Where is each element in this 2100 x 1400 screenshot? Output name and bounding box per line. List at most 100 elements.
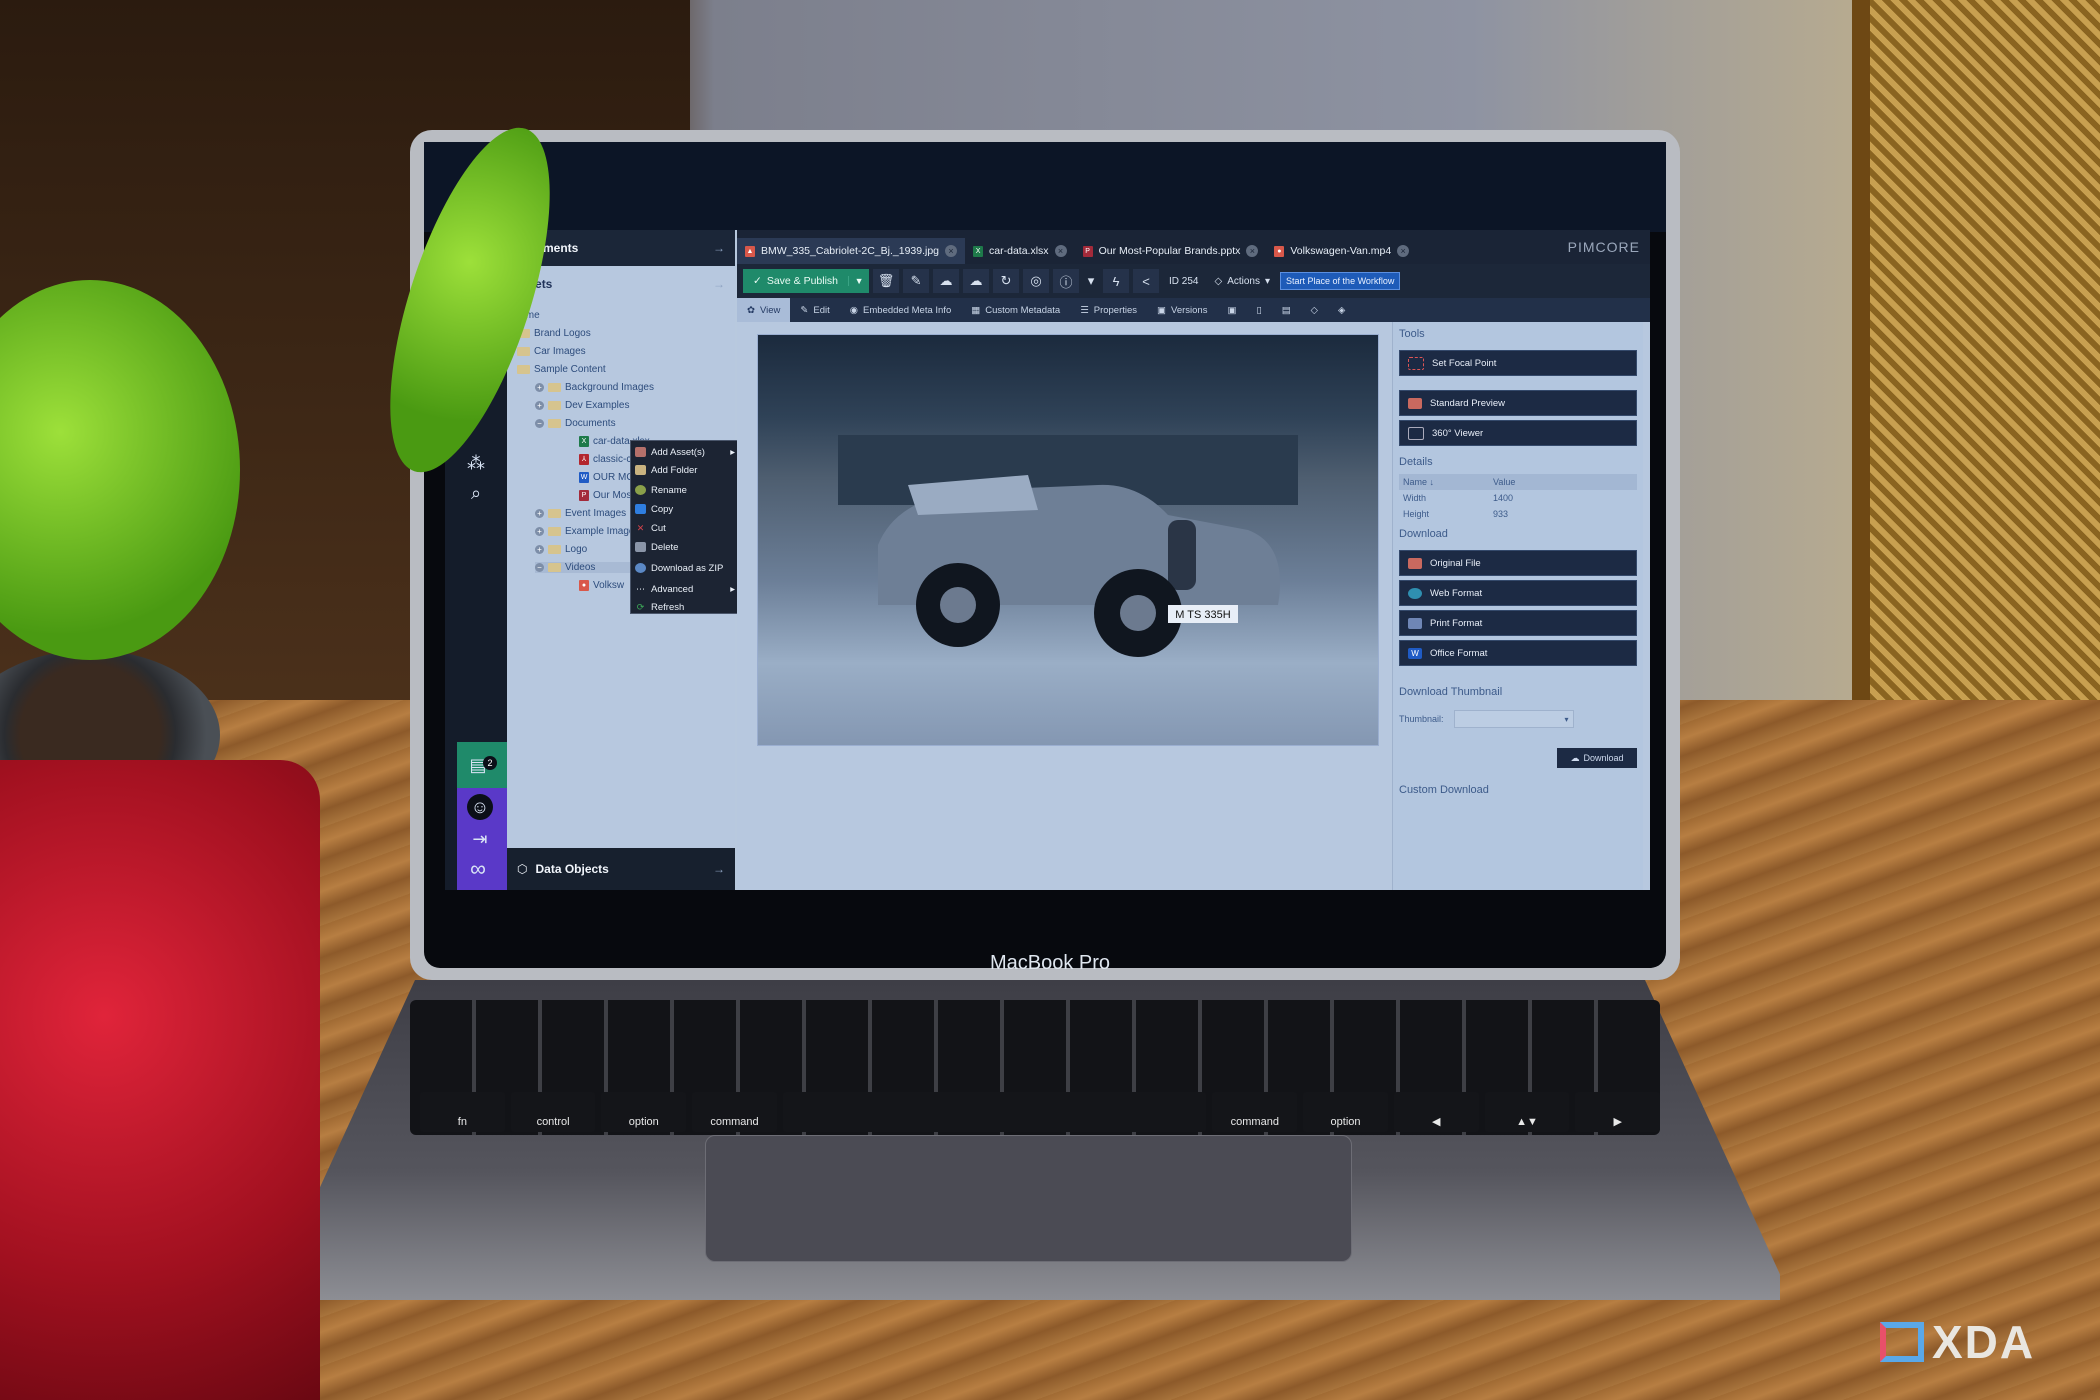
download-office-button[interactable]: W Office Format: [1399, 640, 1637, 666]
bookmark-icon[interactable]: ▯: [1246, 298, 1271, 322]
logout-icon[interactable]: ⇥: [467, 826, 493, 852]
workflow-status-badge[interactable]: Start Place of the Workflow: [1280, 272, 1401, 290]
set-focal-point-button[interactable]: Set Focal Point: [1399, 350, 1637, 376]
key-arrow-left[interactable]: ◀: [1393, 1092, 1479, 1132]
tree-item[interactable]: + Event Images: [535, 508, 626, 519]
download-thumbnail-button[interactable]: ☁ Download: [1557, 748, 1637, 768]
cloud-upload-icon[interactable]: ☁: [933, 269, 960, 293]
menu-rename[interactable]: Rename: [635, 481, 735, 499]
delete-icon: [635, 542, 646, 552]
tab-car-data[interactable]: Xcar-data.xlsx ×: [965, 238, 1075, 264]
tree-item[interactable]: Sample Content: [517, 364, 606, 375]
save-dropdown-icon[interactable]: ▼: [848, 276, 869, 286]
trackpad[interactable]: [705, 1135, 1352, 1262]
reload-icon[interactable]: ↻: [993, 269, 1020, 293]
delete-icon[interactable]: 🗑: [873, 269, 900, 293]
locate-icon[interactable]: ◎: [1023, 269, 1050, 293]
word-icon: W: [579, 472, 589, 483]
expand-icon[interactable]: +: [535, 401, 544, 410]
license-plate-text: M TS 335H: [1175, 609, 1230, 621]
subtab-edit[interactable]: ✎ Edit: [790, 298, 839, 322]
expand-icon[interactable]: +: [535, 383, 544, 392]
menu-copy[interactable]: Copy: [635, 500, 735, 518]
tab-brands-pptx[interactable]: P Our Most-Popular Brands.pptx ×: [1075, 238, 1267, 264]
close-tab-icon[interactable]: ×: [945, 245, 958, 257]
network-icon[interactable]: ⁂: [463, 450, 489, 476]
column-name[interactable]: Name ↓: [1403, 477, 1493, 487]
schedule-icon[interactable]: ▣: [1217, 298, 1246, 322]
pimcore-logo-icon[interactable]: ∞: [465, 856, 491, 882]
arrow-right-icon: →: [713, 241, 725, 255]
tree-item[interactable]: + Dev Examples: [535, 400, 629, 411]
close-tab-icon[interactable]: ×: [1054, 245, 1067, 257]
actions-menu[interactable]: ◇ Actions ▾: [1209, 276, 1277, 287]
close-tab-icon[interactable]: ×: [1246, 245, 1259, 257]
subtab-properties[interactable]: ☰ Properties: [1070, 298, 1147, 322]
save-publish-button[interactable]: ✓ Save & Publish ▼: [743, 269, 870, 293]
info-dropdown-icon[interactable]: ▾: [1083, 269, 1099, 293]
workflow-diamond-icon: ◇: [1214, 275, 1223, 287]
cloud-download-icon[interactable]: ☁: [963, 269, 990, 293]
menu-cut[interactable]: ✕ Cut: [635, 519, 735, 537]
info-icon[interactable]: ⓘ: [1053, 269, 1080, 293]
thumbnail-select[interactable]: ▾: [1453, 710, 1574, 728]
user-icon[interactable]: ☺: [467, 794, 493, 820]
expand-icon[interactable]: +: [535, 509, 544, 518]
add-folder-icon: [635, 465, 646, 475]
data-objects-accordion[interactable]: ⬡ Data Objects →: [507, 848, 735, 890]
menu-refresh[interactable]: ⟳ Refresh: [635, 598, 735, 616]
download-web-button[interactable]: Web Format: [1399, 580, 1637, 606]
subtab-versions[interactable]: ▣ Versions: [1147, 298, 1217, 322]
clipboard-icon[interactable]: ▤: [1272, 298, 1301, 322]
xda-logo-icon: [1880, 1322, 1924, 1362]
expand-icon[interactable]: +: [535, 527, 544, 536]
subtab-view[interactable]: ✿ View: [737, 298, 791, 322]
tree-item[interactable]: + Example Images: [535, 526, 639, 537]
edit-pencil-icon[interactable]: ✎: [903, 269, 930, 293]
context-menu: Add Asset(s) ▸ Add Folder Rename Copy ✕ Cu…: [630, 440, 740, 614]
tree-item[interactable]: − Documents: [535, 418, 616, 429]
subtab-embedded-meta[interactable]: ◉ Embedded Meta Info: [840, 298, 962, 322]
tag-icon[interactable]: ◇: [1301, 298, 1328, 322]
tree-item[interactable]: Brand Logos: [517, 328, 591, 339]
key-option-right[interactable]: option: [1303, 1092, 1388, 1132]
column-value[interactable]: Value: [1493, 477, 1515, 487]
key-space[interactable]: [782, 1092, 1207, 1132]
key-fn[interactable]: fn: [420, 1092, 505, 1132]
key-command-right[interactable]: command: [1212, 1092, 1298, 1132]
search-icon[interactable]: ⌕: [463, 480, 489, 506]
key-option[interactable]: option: [601, 1092, 687, 1132]
key-arrow-up-down[interactable]: ▲▼: [1484, 1092, 1570, 1132]
workflow-icon[interactable]: ◈: [1328, 298, 1355, 322]
tree-item[interactable]: + Background Images: [535, 382, 654, 393]
tree-item[interactable]: ● Volksw: [579, 580, 624, 591]
key-arrow-right[interactable]: ▶: [1575, 1092, 1661, 1132]
menu-advanced[interactable]: ⋯ Advanced ▸: [635, 580, 735, 598]
tree-item[interactable]: + Logo: [535, 544, 587, 555]
standard-preview-button[interactable]: Standard Preview: [1399, 390, 1637, 416]
notifications-button[interactable]: ▤: [457, 742, 507, 788]
menu-add-assets[interactable]: Add Asset(s) ▸: [635, 443, 735, 461]
close-tab-icon[interactable]: ×: [1397, 245, 1410, 257]
menu-download-zip[interactable]: Download as ZIP: [635, 559, 735, 577]
menu-delete[interactable]: Delete: [635, 538, 735, 556]
image-preview[interactable]: M TS 335H: [757, 334, 1379, 746]
tree-item[interactable]: Car Images: [517, 346, 586, 357]
image-icon: ▲: [745, 245, 755, 257]
download-print-button[interactable]: Print Format: [1399, 610, 1637, 636]
tab-vw-video[interactable]: ● Volkswagen-Van.mp4 ×: [1266, 238, 1417, 264]
download-original-button[interactable]: Original File: [1399, 550, 1637, 576]
tab-bmw-image[interactable]: ▲ BMW_335_Cabriolet-2C_Bj._1939.jpg ×: [737, 238, 966, 264]
menu-add-folder[interactable]: Add Folder: [635, 461, 735, 479]
pencil-icon: ✎: [800, 304, 809, 316]
share-icon[interactable]: <: [1133, 269, 1160, 293]
lightning-icon[interactable]: ϟ: [1103, 269, 1130, 293]
subtab-custom-metadata[interactable]: ▦ Custom Metadata: [961, 298, 1070, 322]
collapse-icon[interactable]: −: [535, 563, 544, 572]
assets-accordion[interactable]: Assets →: [507, 266, 735, 302]
collapse-icon[interactable]: −: [535, 419, 544, 428]
expand-icon[interactable]: +: [535, 545, 544, 554]
key-control[interactable]: control: [510, 1092, 596, 1132]
360-viewer-button[interactable]: 360° Viewer: [1399, 420, 1637, 446]
key-command[interactable]: command: [692, 1092, 777, 1132]
